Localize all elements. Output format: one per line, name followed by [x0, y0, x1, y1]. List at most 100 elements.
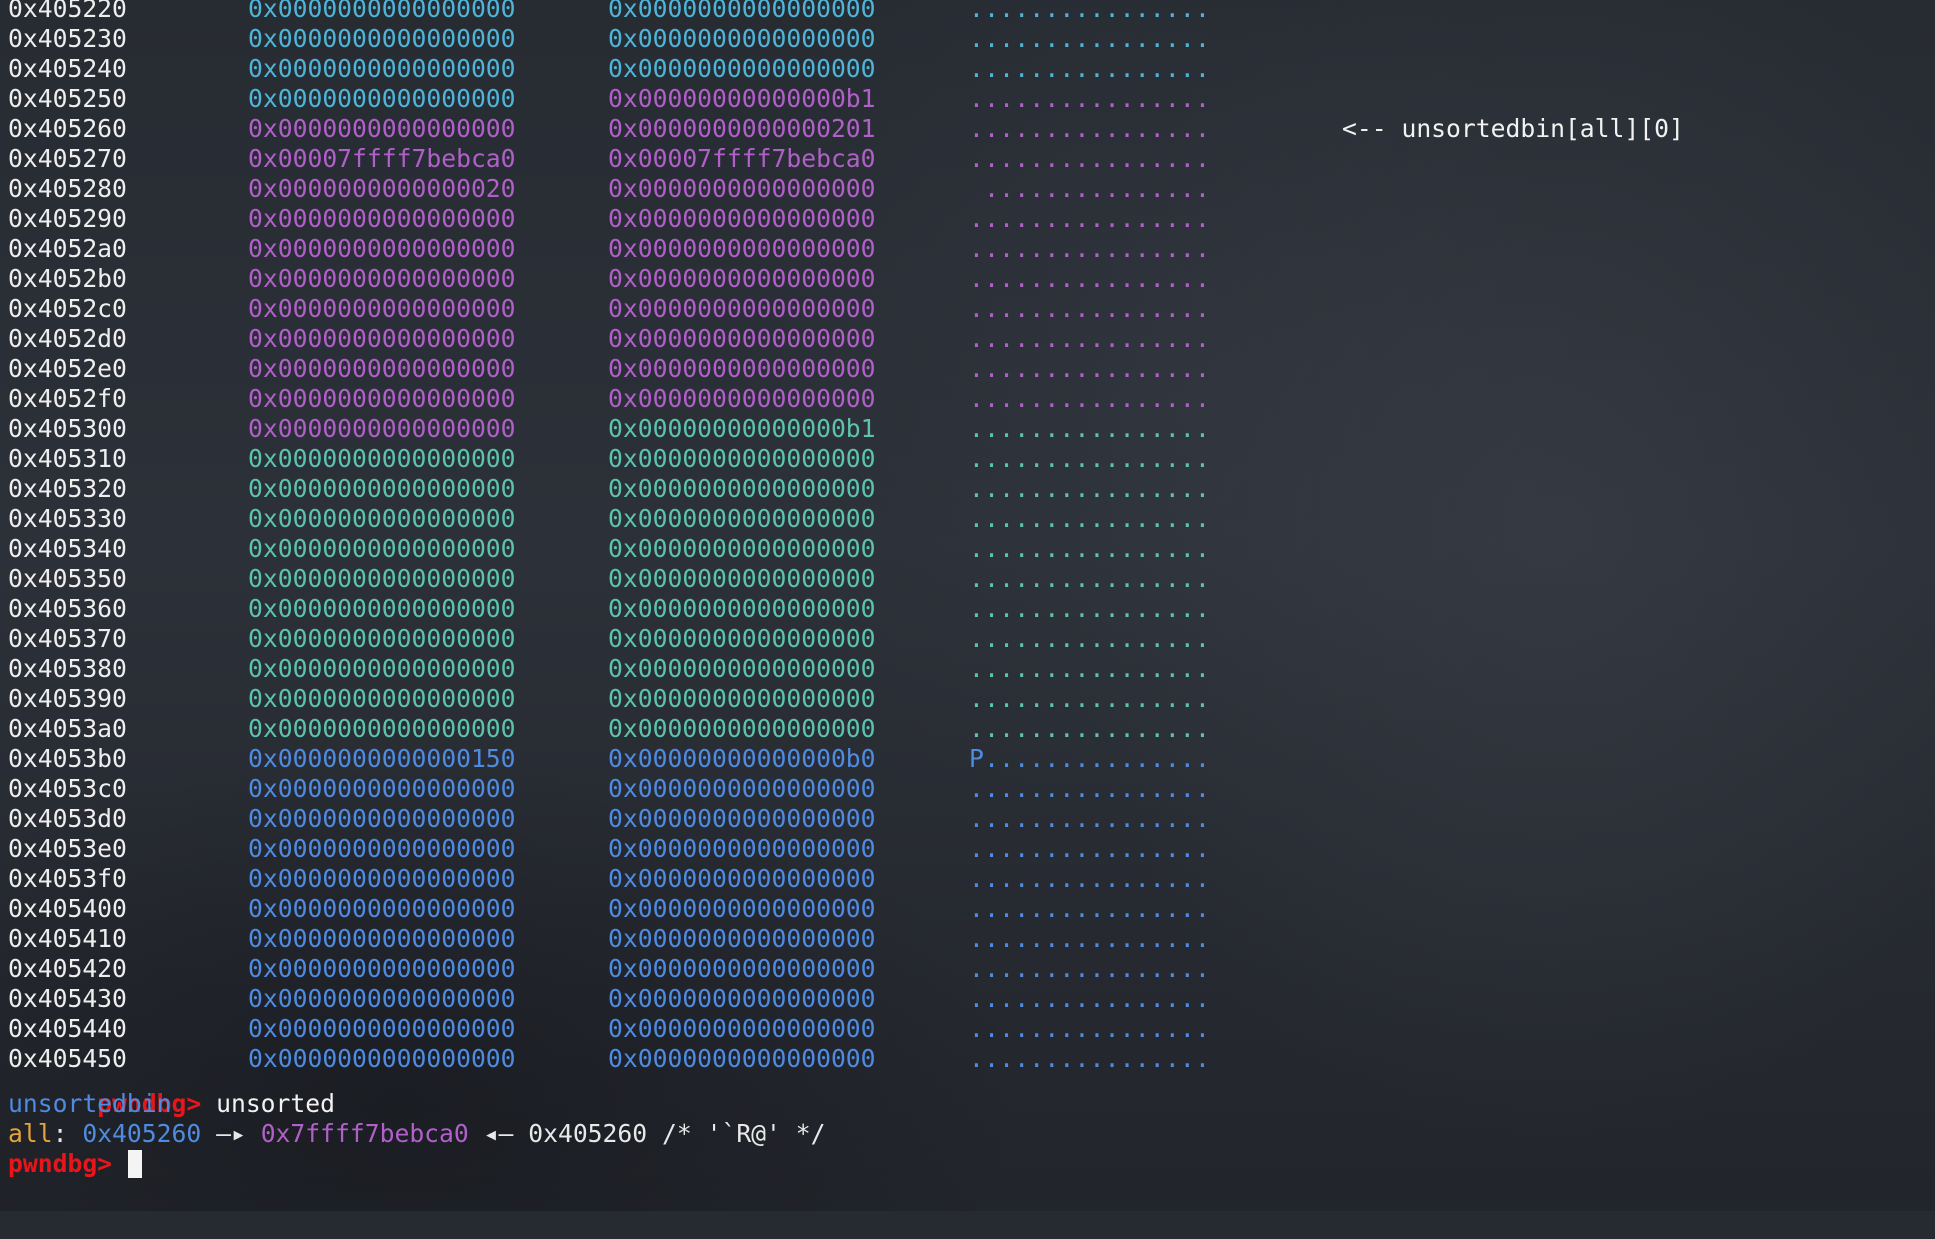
- row-address: 0x4052c0: [8, 294, 127, 323]
- text-cursor[interactable]: [127, 1150, 142, 1178]
- bin-colon: :: [52, 1119, 83, 1148]
- row-ascii: ................: [969, 384, 1211, 413]
- row-ascii: ................: [969, 444, 1211, 473]
- row-ascii: ................: [969, 834, 1211, 863]
- row-qword-2: 0x0000000000000000: [608, 864, 876, 893]
- row-address: 0x4052a0: [8, 234, 127, 263]
- row-address: 0x405220: [8, 0, 127, 23]
- row-qword-2: 0x0000000000000000: [608, 714, 876, 743]
- row-ascii: ................: [969, 714, 1211, 743]
- row-address: 0x405280: [8, 174, 127, 203]
- row-qword-1: 0x0000000000000000: [248, 24, 516, 53]
- row-qword-2: 0x0000000000000000: [608, 1044, 876, 1073]
- row-qword-2: 0x0000000000000000: [608, 444, 876, 473]
- chain-arrow-forward: —▸: [201, 1119, 261, 1148]
- row-ascii: ................: [969, 84, 1211, 113]
- row-qword-1: 0x0000000000000000: [248, 864, 516, 893]
- terminal-window[interactable]: 0x405220 0x0000000000000000 0x000000000000…: [0, 0, 1935, 1211]
- row-qword-2: 0x0000000000000000: [608, 534, 876, 563]
- unsortedbin-title-line: unsortedbin: [0, 1089, 172, 1119]
- row-ascii: ................: [969, 534, 1211, 563]
- row-ascii: ................: [969, 654, 1211, 683]
- row-ascii: ................: [969, 894, 1211, 923]
- row-qword-1: 0x0000000000000000: [248, 114, 516, 143]
- row-qword-2: 0x0000000000000000: [608, 24, 876, 53]
- row-qword-1: 0x0000000000000000: [248, 774, 516, 803]
- row-qword-1: 0x0000000000000000: [248, 324, 516, 353]
- row-address: 0x405420: [8, 954, 127, 983]
- row-address: 0x405400: [8, 894, 127, 923]
- row-qword-2: 0x0000000000000000: [608, 384, 876, 413]
- row-qword-2: 0x0000000000000000: [608, 324, 876, 353]
- command-line: pwndbg> unsorted: [0, 1059, 335, 1118]
- row-qword-1: 0x0000000000000000: [248, 264, 516, 293]
- row-address: 0x405430: [8, 984, 127, 1013]
- row-ascii: ................: [969, 54, 1211, 83]
- row-qword-1: 0x00007ffff7bebca0: [248, 144, 516, 173]
- row-qword-1: 0x0000000000000000: [248, 534, 516, 563]
- row-address: 0x4053a0: [8, 714, 127, 743]
- row-address: 0x405360: [8, 594, 127, 623]
- unsortedbin-title: unsortedbin: [8, 1089, 172, 1118]
- row-qword-1: 0x0000000000000000: [248, 504, 516, 533]
- row-ascii: ................: [969, 924, 1211, 953]
- row-ascii: ................: [969, 564, 1211, 593]
- row-ascii: ................: [969, 204, 1211, 233]
- row-qword-2: 0x0000000000000201: [608, 114, 876, 143]
- row-qword-1: 0x0000000000000000: [248, 894, 516, 923]
- row-qword-1: 0x0000000000000000: [248, 384, 516, 413]
- row-address: 0x405410: [8, 924, 127, 953]
- row-ascii: ................: [969, 414, 1211, 443]
- entered-command: unsorted: [216, 1089, 335, 1118]
- row-address: 0x405370: [8, 624, 127, 653]
- row-qword-1: 0x0000000000000000: [248, 234, 516, 263]
- row-address: 0x4053f0: [8, 864, 127, 893]
- row-qword-2: 0x0000000000000000: [608, 294, 876, 323]
- row-ascii: ................: [969, 774, 1211, 803]
- row-qword-1: 0x0000000000000020: [248, 174, 516, 203]
- row-address: 0x4052d0: [8, 324, 127, 353]
- row-qword-2: 0x0000000000000000: [608, 0, 876, 23]
- row-qword-2: 0x0000000000000000: [608, 954, 876, 983]
- row-qword-2: 0x00000000000000b1: [608, 84, 876, 113]
- row-qword-1: 0x0000000000000000: [248, 624, 516, 653]
- row-address: 0x405270: [8, 144, 127, 173]
- row-qword-2: 0x0000000000000000: [608, 684, 876, 713]
- row-qword-2: 0x0000000000000000: [608, 264, 876, 293]
- row-ascii: ................: [969, 264, 1211, 293]
- row-qword-2: 0x0000000000000000: [608, 774, 876, 803]
- row-ascii: ................: [969, 594, 1211, 623]
- row-ascii: ................: [969, 114, 1211, 143]
- row-qword-1: 0x0000000000000000: [248, 684, 516, 713]
- row-qword-1: 0x0000000000000000: [248, 444, 516, 473]
- row-qword-1: 0x0000000000000000: [248, 594, 516, 623]
- row-qword-1: 0x0000000000000000: [248, 804, 516, 833]
- row-ascii: ................: [969, 1014, 1211, 1043]
- row-qword-2: 0x0000000000000000: [608, 564, 876, 593]
- row-qword-2: 0x00000000000000b0: [608, 744, 876, 773]
- row-qword-1: 0x0000000000000000: [248, 294, 516, 323]
- row-qword-1: 0x0000000000000150: [248, 744, 516, 773]
- bin-label-all: all: [8, 1119, 53, 1148]
- row-address: 0x405290: [8, 204, 127, 233]
- row-address: 0x405240: [8, 54, 127, 83]
- row-qword-1: 0x0000000000000000: [248, 354, 516, 383]
- row-qword-2: 0x0000000000000000: [608, 594, 876, 623]
- row-ascii: ................: [969, 954, 1211, 983]
- row-qword-1: 0x0000000000000000: [248, 564, 516, 593]
- row-qword-2: 0x0000000000000000: [608, 204, 876, 233]
- row-qword-2: 0x0000000000000000: [608, 804, 876, 833]
- row-address: 0x405260: [8, 114, 127, 143]
- row-ascii: ................: [969, 354, 1211, 383]
- row-address: 0x4052f0: [8, 384, 127, 413]
- row-address: 0x405440: [8, 1014, 127, 1043]
- row-ascii: ................: [969, 474, 1211, 503]
- row-qword-2: 0x0000000000000000: [608, 924, 876, 953]
- row-ascii: ................: [969, 0, 1211, 23]
- row-address: 0x405320: [8, 474, 127, 503]
- input-line[interactable]: pwndbg>: [0, 1149, 142, 1179]
- row-ascii: ................: [969, 324, 1211, 353]
- chain-tail: 0x405260 /* '`R@' */: [528, 1119, 826, 1148]
- row-qword-2: 0x0000000000000000: [608, 834, 876, 863]
- row-ascii: ................: [969, 144, 1211, 173]
